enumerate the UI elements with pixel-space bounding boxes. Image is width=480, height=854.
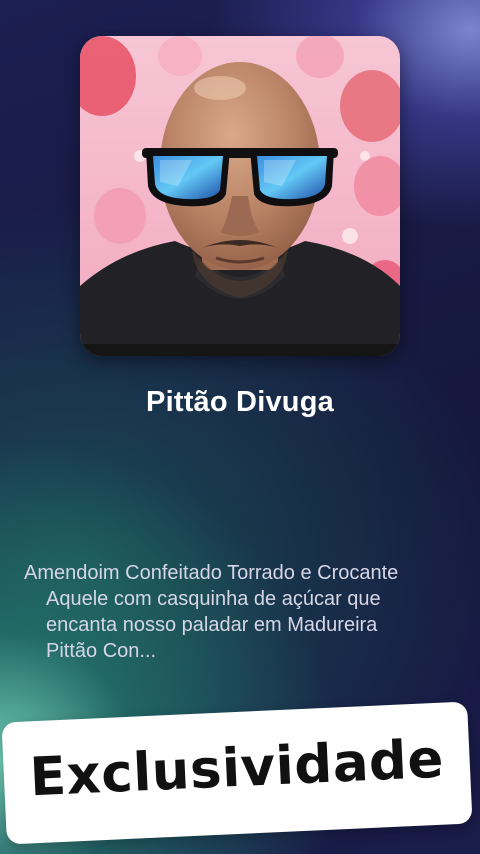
- profile-avatar[interactable]: [80, 36, 400, 356]
- profile-name: Pittão Divuga: [146, 386, 334, 418]
- description-line: Amendoim Confeitado Torrado e Crocante: [24, 562, 399, 584]
- exclusive-banner[interactable]: Exclusividade: [1, 701, 473, 845]
- post-description[interactable]: Amendoim Confeitado Torrado e Crocante A…: [24, 560, 464, 664]
- description-line: Pittão Con...: [46, 640, 157, 662]
- profile-photo-icon: [80, 36, 400, 356]
- banner-label: Exclusividade: [28, 728, 446, 809]
- description-line: Aquele com casquinha de açúcar que: [46, 588, 381, 610]
- description-line: encanta nosso paladar em Madureira: [46, 614, 378, 636]
